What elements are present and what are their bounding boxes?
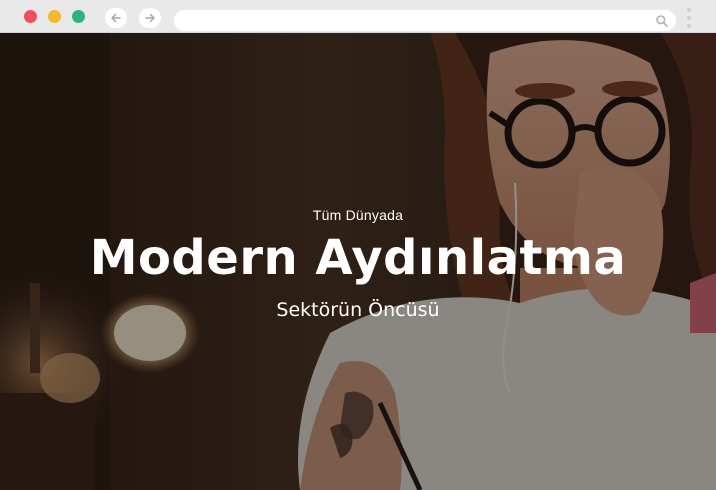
minimize-window-button[interactable] bbox=[48, 10, 61, 23]
hero-eyebrow: Tüm Dünyada bbox=[312, 207, 404, 223]
address-bar[interactable] bbox=[174, 10, 676, 31]
menu-dot bbox=[687, 24, 691, 28]
hero-section: Tüm Dünyada Modern Aydınlatma Sektörün Ö… bbox=[0, 33, 716, 490]
kebab-menu-icon[interactable] bbox=[684, 8, 694, 28]
arrow-right-icon bbox=[145, 13, 155, 23]
close-window-button[interactable] bbox=[24, 10, 37, 23]
hero-subtitle: Sektörün Öncüsü bbox=[276, 299, 440, 321]
arrow-left-icon bbox=[111, 13, 121, 23]
address-input[interactable] bbox=[184, 10, 644, 31]
browser-window: Tüm Dünyada Modern Aydınlatma Sektörün Ö… bbox=[0, 0, 716, 490]
back-button[interactable] bbox=[105, 8, 127, 28]
hero-title: Modern Aydınlatma bbox=[89, 230, 627, 286]
forward-button[interactable] bbox=[139, 8, 161, 28]
menu-dot bbox=[687, 16, 691, 20]
search-icon[interactable] bbox=[655, 14, 669, 28]
hero-text: Tüm Dünyada Modern Aydınlatma Sektörün Ö… bbox=[0, 207, 716, 321]
maximize-window-button[interactable] bbox=[72, 10, 85, 23]
menu-dot bbox=[687, 8, 691, 12]
browser-toolbar bbox=[0, 0, 716, 33]
